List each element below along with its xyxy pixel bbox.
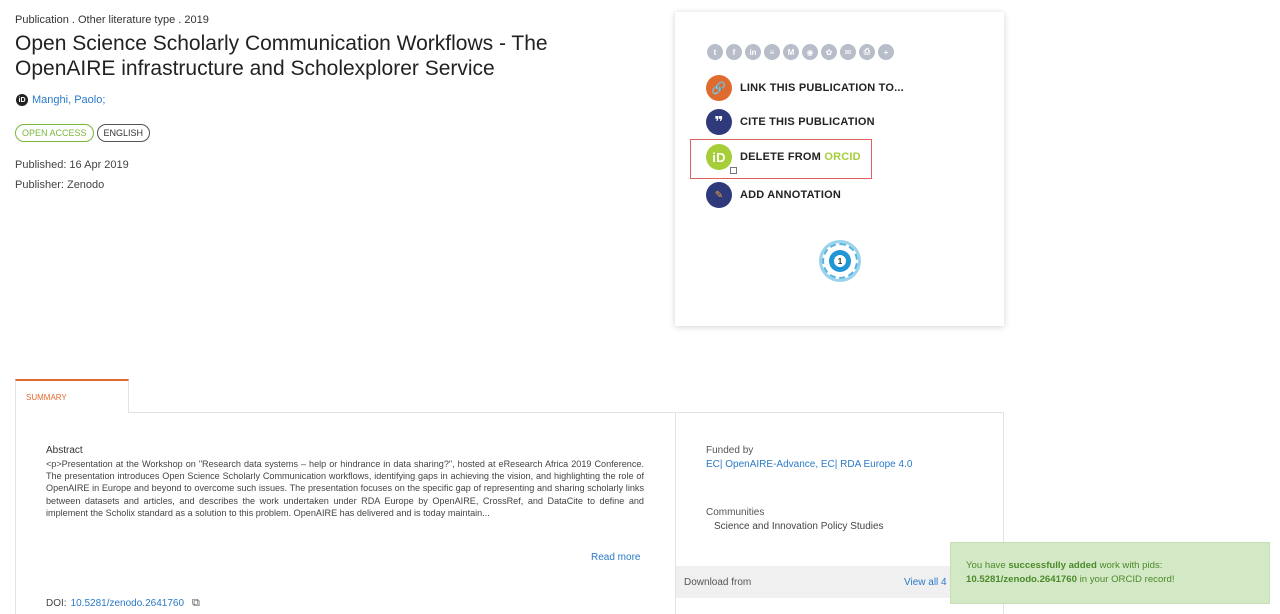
add-annotation-action[interactable]: ✎ ADD ANNOTATION [706, 182, 841, 208]
publication-meta-line: Publication . Other literature type . 20… [15, 14, 209, 26]
author-link[interactable]: Manghi, Paolo; [32, 94, 105, 106]
reddit-icon[interactable]: ◉ [802, 44, 818, 60]
annotation-icon: ✎ [706, 182, 732, 208]
funded-by-links[interactable]: EC| OpenAIRE-Advance, EC| RDA Europe 4.0 [706, 459, 912, 470]
publisher: Publisher: Zenodo [15, 179, 105, 191]
funded-by-label: Funded by [706, 445, 754, 456]
cite-publication-label: CITE THIS PUBLICATION [740, 116, 875, 128]
twitter-icon[interactable]: t [707, 44, 723, 60]
small-badge-icon [730, 167, 737, 174]
share-row: t f in ≡ M ◉ ✿ ✉ ⎙ + [707, 44, 894, 60]
print-icon[interactable]: ⎙ [859, 44, 875, 60]
mendeley-icon[interactable]: M [783, 44, 799, 60]
external-link-icon[interactable]: ⧉ [192, 597, 200, 610]
tab-summary[interactable]: SUMMARY [15, 379, 129, 413]
delete-from-orcid-action[interactable]: iD DELETE FROM ORCID [706, 144, 861, 174]
open-access-badge: OPEN ACCESS [15, 124, 94, 142]
share-generic-icon[interactable]: ≡ [764, 44, 780, 60]
orcid-icon: iD [16, 94, 28, 106]
published-date: Published: 16 Apr 2019 [15, 159, 129, 171]
success-toast: You have successfully added work with pi… [950, 542, 1270, 604]
abstract-label: Abstract [46, 445, 83, 456]
orcid-icon: iD [706, 144, 737, 174]
link-publication-action[interactable]: 🔗 LINK THIS PUBLICATION TO... [706, 75, 904, 101]
doi-label: DOI: [46, 598, 67, 609]
linkedin-icon[interactable]: in [745, 44, 761, 60]
delicious-icon[interactable]: ✿ [821, 44, 837, 60]
action-card: t f in ≡ M ◉ ✿ ✉ ⎙ + 🔗 LINK THIS PUBLICATION TO..… [675, 12, 1004, 326]
read-more-link[interactable]: Read more [591, 552, 640, 563]
facebook-icon[interactable]: f [726, 44, 742, 60]
communities-value: Science and Innovation Policy Studies [714, 521, 884, 532]
annotation-count: 1 [834, 255, 846, 267]
link-icon: 🔗 [706, 75, 732, 101]
email-icon[interactable]: ✉ [840, 44, 856, 60]
view-all-link[interactable]: View all 4 [904, 577, 947, 588]
page-title: Open Science Scholarly Communication Wor… [15, 32, 548, 80]
quote-icon: ❞ [706, 109, 732, 135]
download-label: Download from [684, 577, 752, 588]
abstract-text: <p>Presentation at the Workshop on "Rese… [46, 459, 644, 518]
add-annotation-label: ADD ANNOTATION [740, 189, 841, 201]
author-row: iD Manghi, Paolo; [16, 94, 105, 106]
plus-icon[interactable]: + [878, 44, 894, 60]
doi-row: DOI: 10.5281/zenodo.2641760 ⧉ [46, 597, 200, 610]
annotation-count-widget[interactable]: 1 [819, 240, 861, 282]
communities-label: Communities [706, 507, 765, 518]
doi-link[interactable]: 10.5281/zenodo.2641760 [71, 598, 184, 609]
badges: OPEN ACCESS ENGLISH [15, 124, 151, 142]
link-publication-label: LINK THIS PUBLICATION TO... [740, 82, 904, 94]
delete-from-orcid-label: DELETE FROM ORCID [740, 151, 861, 163]
cite-publication-action[interactable]: ❞ CITE THIS PUBLICATION [706, 109, 875, 135]
language-badge: ENGLISH [96, 124, 151, 142]
